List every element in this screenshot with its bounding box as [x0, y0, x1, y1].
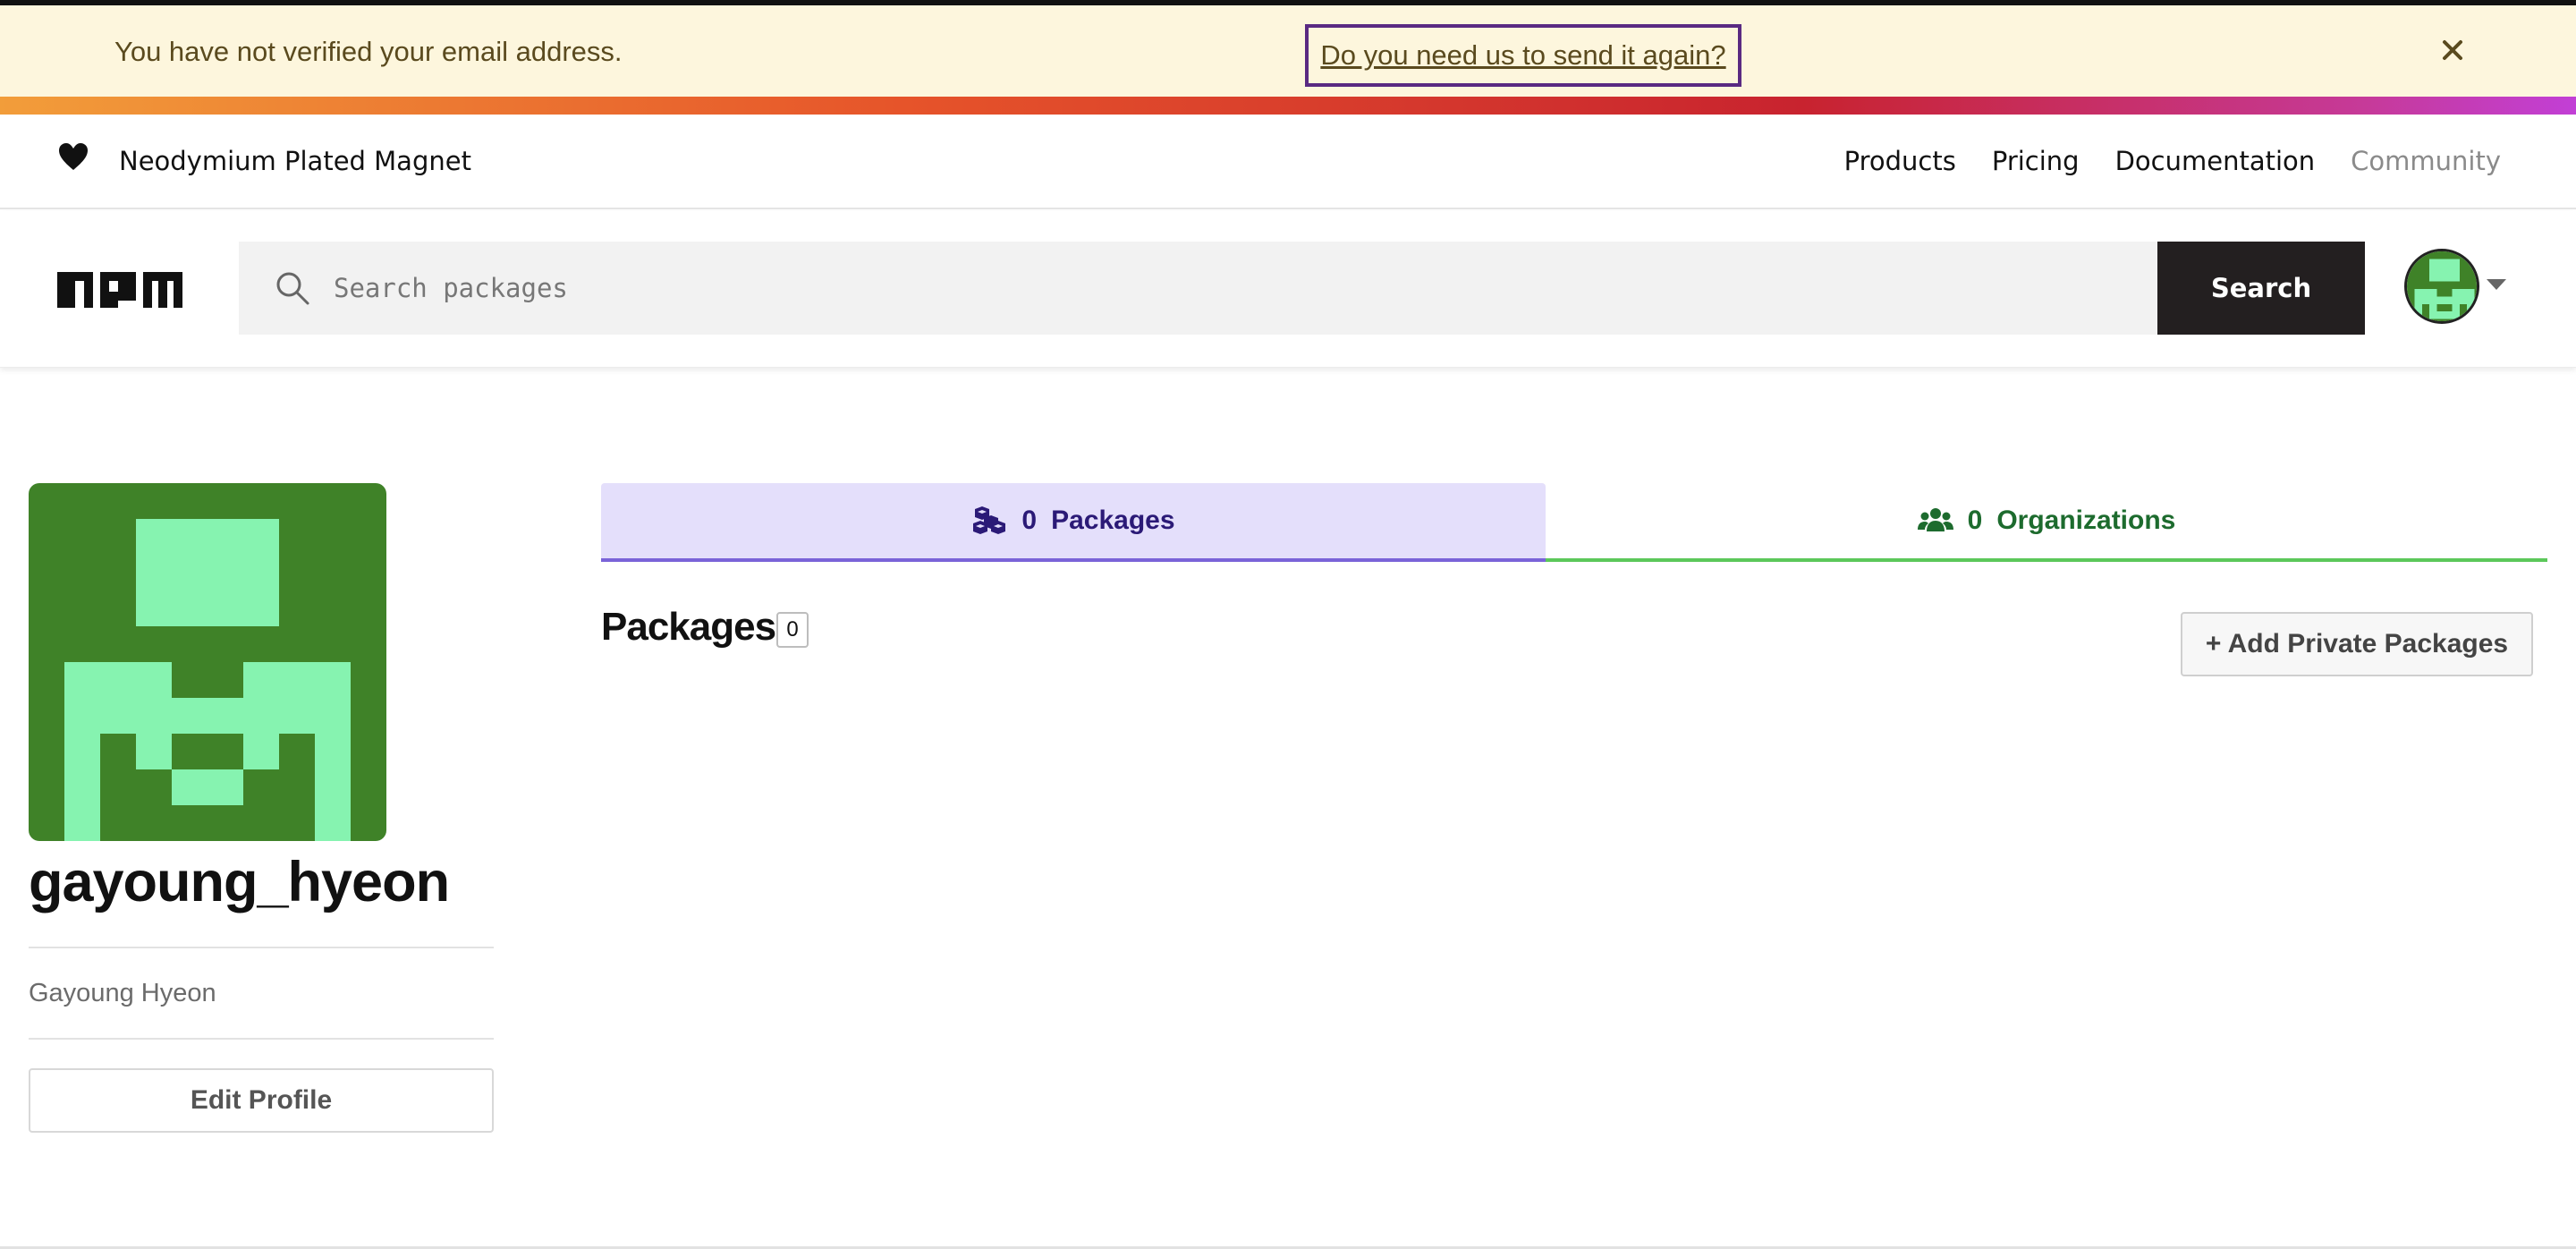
search-icon — [275, 270, 310, 306]
nav-link-community[interactable]: Community — [2351, 146, 2501, 176]
npm-logo[interactable] — [57, 272, 182, 308]
main-nav-links: Products Pricing Documentation Community — [1844, 146, 2501, 176]
resend-verification-link[interactable]: Do you need us to send it again? — [1305, 24, 1741, 87]
close-icon[interactable] — [2435, 32, 2470, 68]
tab-packages-label: Packages — [1051, 506, 1175, 535]
email-verification-banner: You have not verified your email address… — [0, 0, 2576, 97]
user-avatar-menu[interactable] — [2404, 249, 2479, 324]
npm-tagline[interactable]: Neodymium Plated Magnet — [119, 146, 471, 176]
heart-icon[interactable] — [57, 141, 89, 174]
nav-link-products[interactable]: Products — [1844, 146, 1956, 176]
chevron-down-icon[interactable] — [2487, 279, 2506, 292]
tab-organizations[interactable]: 0 Organizations — [1546, 483, 2547, 562]
tab-organizations-count: 0 — [1967, 506, 1983, 535]
packages-icon — [973, 506, 1006, 534]
profile-full-name: Gayoung Hyeon — [29, 979, 216, 1007]
add-private-packages-button[interactable]: + Add Private Packages — [2181, 612, 2533, 676]
nav-link-documentation[interactable]: Documentation — [2115, 146, 2316, 176]
top-navigation: Neodymium Plated Magnet Products Pricing… — [0, 115, 2576, 209]
search-field — [239, 242, 2157, 335]
packages-count-badge: 0 — [776, 612, 809, 648]
packages-heading: Packages — [601, 605, 776, 649]
nav-link-pricing[interactable]: Pricing — [1992, 146, 2080, 176]
search-header: Search — [0, 211, 2576, 368]
profile-avatar — [29, 483, 386, 841]
profile-username: gayoung_hyeon — [29, 851, 450, 913]
tab-packages[interactable]: 0 Packages — [601, 483, 1546, 562]
search-button[interactable]: Search — [2157, 242, 2365, 335]
profile-divider — [29, 1038, 494, 1040]
profile-divider — [29, 947, 494, 948]
banner-message: You have not verified your email address… — [114, 36, 623, 67]
users-icon — [1917, 508, 1953, 531]
edit-profile-button[interactable]: Edit Profile — [29, 1068, 494, 1133]
tab-organizations-label: Organizations — [1996, 506, 2176, 535]
brand-gradient-bar — [0, 97, 2576, 115]
search-input[interactable] — [334, 242, 2140, 335]
tab-packages-count: 0 — [1021, 506, 1038, 535]
